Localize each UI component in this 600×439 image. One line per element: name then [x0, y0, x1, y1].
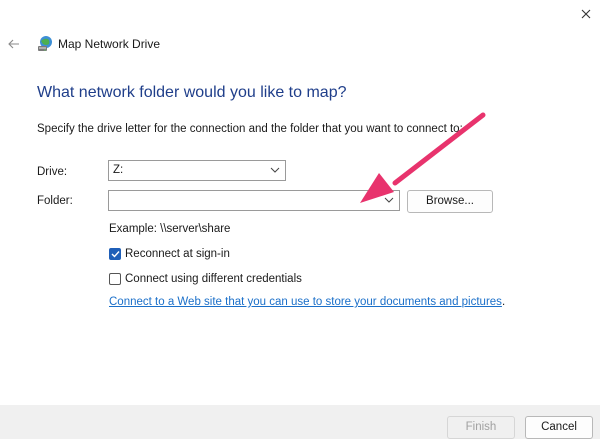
browse-button[interactable]: Browse... [407, 190, 493, 213]
folder-combobox[interactable] [108, 190, 400, 211]
finish-button[interactable]: Finish [447, 416, 515, 439]
credentials-label: Connect using different credentials [125, 273, 302, 285]
folder-label: Folder: [37, 195, 73, 207]
back-button[interactable] [4, 34, 24, 54]
back-arrow-icon [8, 39, 19, 49]
web-site-link[interactable]: Connect to a Web site that you can use t… [109, 296, 502, 308]
close-button[interactable] [572, 0, 600, 28]
chevron-down-icon [384, 197, 394, 203]
reconnect-label: Reconnect at sign-in [125, 248, 230, 260]
checkmark-icon [111, 251, 120, 258]
example-text: Example: \\server\share [109, 223, 231, 235]
chevron-down-icon [270, 167, 280, 173]
map-network-drive-dialog: Map Network Drive What network folder wo… [0, 0, 600, 439]
close-icon [581, 9, 591, 19]
web-site-link-row: Connect to a Web site that you can use t… [109, 296, 505, 308]
credentials-checkbox[interactable] [109, 273, 121, 285]
dialog-header: Map Network Drive [0, 30, 600, 58]
drive-select-value: Z: [113, 164, 124, 176]
window-title: Map Network Drive [58, 37, 161, 51]
page-title: What network folder would you like to ma… [37, 84, 347, 101]
reconnect-checkbox[interactable] [109, 248, 121, 260]
drive-select[interactable]: Z: [108, 160, 286, 181]
credentials-option[interactable]: Connect using different credentials [109, 271, 302, 287]
network-drive-icon [38, 36, 52, 51]
link-suffix: . [501, 296, 506, 308]
dialog-footer: Finish Cancel [0, 405, 600, 439]
annotation-arrow [360, 112, 486, 203]
reconnect-option[interactable]: Reconnect at sign-in [109, 246, 230, 262]
instruction-text: Specify the drive letter for the connect… [37, 123, 463, 135]
cancel-button[interactable]: Cancel [525, 416, 593, 439]
drive-label: Drive: [37, 166, 68, 178]
